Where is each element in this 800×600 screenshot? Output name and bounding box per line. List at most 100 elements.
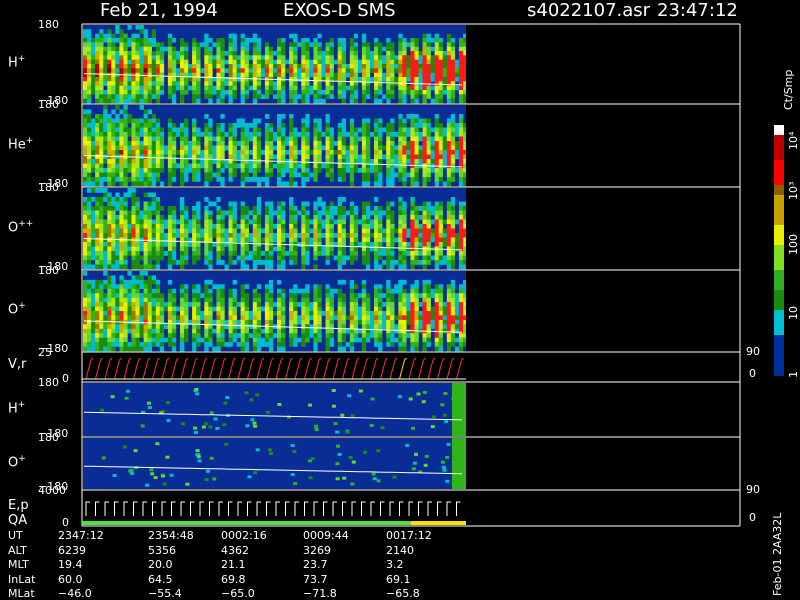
spectrogram-cell (180, 328, 185, 334)
spectrogram-cell (317, 64, 322, 69)
spectrogram-cell (406, 72, 411, 78)
spectrogram-cell (240, 51, 245, 56)
spectrogram-cell (252, 46, 258, 52)
spectrogram-cell (256, 219, 262, 225)
spectrogram-cell (365, 72, 371, 78)
spectrogram-cell (325, 319, 330, 325)
spectrogram-cell (252, 90, 258, 95)
spectrogram-cell (171, 85, 177, 91)
spectrogram-cell (228, 342, 233, 347)
spectrogram-cell (83, 255, 88, 261)
spectrogram-cell (361, 337, 367, 343)
spectrogram-cell (167, 59, 173, 65)
spectrogram-cell (378, 215, 383, 220)
spectrogram-cell (365, 311, 371, 316)
spectrogram-cell (422, 233, 427, 238)
spectrogram-cell (305, 177, 310, 182)
spectrogram-cell (91, 242, 96, 247)
spectrogram-cell (402, 168, 407, 173)
energy-step (85, 501, 90, 516)
spectrogram-cell (208, 150, 213, 155)
spectrogram-cell (123, 242, 128, 247)
spectrogram-cell (151, 68, 156, 73)
spectrogram-cell (127, 242, 132, 247)
spectrogram-cell (232, 38, 237, 43)
energy-step (95, 501, 100, 516)
spectrogram-cell (107, 284, 112, 289)
spectrogram-cell (450, 163, 456, 169)
spectrogram-cell (313, 94, 318, 99)
sparse-cell (444, 420, 449, 424)
spectrogram-cell (446, 219, 452, 225)
spectrogram-cell (192, 77, 197, 82)
spectrogram-cell (135, 284, 140, 289)
spectrogram-cell (248, 72, 253, 78)
spectrogram-cell (224, 163, 229, 169)
spectrogram-cell (87, 346, 92, 352)
spectrogram-cell (99, 293, 104, 298)
spectrogram-cell (252, 319, 258, 325)
spectrogram-cell (143, 141, 148, 146)
spectrogram-cell (438, 94, 443, 99)
spectrogram-cell (87, 210, 92, 216)
spectrogram-cell (349, 333, 355, 338)
spectrogram-cell (305, 201, 310, 207)
spectrogram-cell (293, 145, 298, 151)
spectrogram-cell (378, 181, 383, 187)
spectrogram-cell (450, 242, 456, 247)
spectrogram-cell (127, 324, 132, 329)
sparse-cell (112, 474, 117, 477)
spectrogram-cell (91, 46, 96, 52)
spectrogram-cell (446, 181, 452, 187)
spectrogram-cell (228, 255, 233, 261)
spectrogram-cell (386, 94, 391, 99)
spectrogram-cell (252, 315, 258, 321)
spectrogram-cell (240, 81, 245, 86)
spectrogram-cell (438, 206, 443, 211)
spectrogram-cell (289, 168, 294, 173)
spectrogram-cell (357, 136, 363, 142)
spectrogram-cell (184, 64, 189, 69)
y-tick-max: 180 (38, 376, 59, 389)
spectrogram-cell (277, 59, 282, 65)
spectrogram-cell (422, 85, 427, 91)
spectrogram-cell (394, 337, 399, 343)
spectrogram-cell (353, 51, 359, 56)
spectrogram-cell (107, 33, 112, 39)
instrument-name: EXOS-D SMS (283, 0, 396, 21)
spectrogram-cell (171, 77, 177, 82)
spectrogram-cell (446, 33, 452, 39)
spectrogram-cell (176, 228, 181, 234)
spectrogram-cell (398, 284, 403, 289)
spectrogram-cell (147, 90, 152, 95)
spectrogram-cell (200, 159, 205, 164)
spectrogram-cell (99, 168, 104, 173)
spectrogram-cell (361, 251, 367, 256)
spectrogram-cell (378, 77, 383, 82)
spectrogram-cell (184, 297, 189, 303)
spectrogram-cell (378, 315, 383, 321)
spectrogram-cell (386, 306, 391, 312)
spectrogram-cell (143, 328, 148, 334)
spectrogram-cell (281, 233, 286, 238)
spectrogram-cell (289, 141, 294, 146)
spectrogram-cell (285, 233, 290, 238)
spectrogram-cell (87, 159, 92, 164)
spectrogram-cell (204, 315, 209, 321)
sparse-cell (310, 457, 315, 461)
spectrogram-cell (107, 85, 112, 91)
spectrogram-cell (382, 311, 387, 316)
spectrogram-cell (426, 64, 431, 69)
spectrogram-cell (301, 85, 306, 91)
spectrogram-cell (301, 38, 306, 43)
spectrogram-cell (139, 98, 144, 104)
spectrogram-cell (180, 346, 185, 352)
spectrogram-cell (240, 306, 245, 312)
spectrogram-cell (398, 246, 403, 252)
spectrogram-cell (95, 242, 100, 247)
spectrogram-cell (155, 132, 161, 137)
spectrogram-cell (378, 81, 383, 86)
spectrogram-cell (212, 154, 217, 160)
spectrogram-cell (345, 163, 350, 169)
spectrogram-cell (289, 228, 294, 234)
